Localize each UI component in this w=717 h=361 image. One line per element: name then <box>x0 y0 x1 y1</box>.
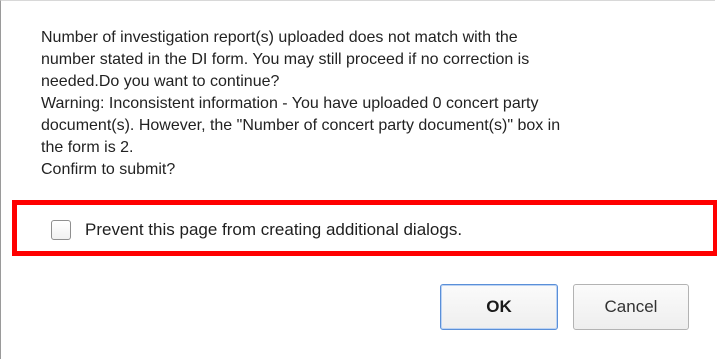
message-line: number stated in the DI form. You may st… <box>41 51 530 68</box>
message-line: needed.Do you want to continue? <box>41 73 280 90</box>
dialog-message: Number of investigation report(s) upload… <box>41 27 681 197</box>
message-line: Warning: Inconsistent information - You … <box>41 95 539 112</box>
message-line: Number of investigation report(s) upload… <box>41 29 518 46</box>
prevent-dialogs-label[interactable]: Prevent this page from creating addition… <box>85 220 462 240</box>
prevent-dialogs-option[interactable]: Prevent this page from creating addition… <box>51 220 462 240</box>
message-line: the form is 2. <box>41 139 134 156</box>
message-line: document(s). However, the "Number of con… <box>41 117 561 134</box>
cancel-button[interactable]: Cancel <box>573 284 689 330</box>
message-line: Confirm to submit? <box>41 161 176 178</box>
ok-button[interactable]: OK <box>440 284 558 330</box>
prevent-dialogs-checkbox[interactable] <box>51 220 71 240</box>
alert-dialog: Number of investigation report(s) upload… <box>0 0 717 359</box>
